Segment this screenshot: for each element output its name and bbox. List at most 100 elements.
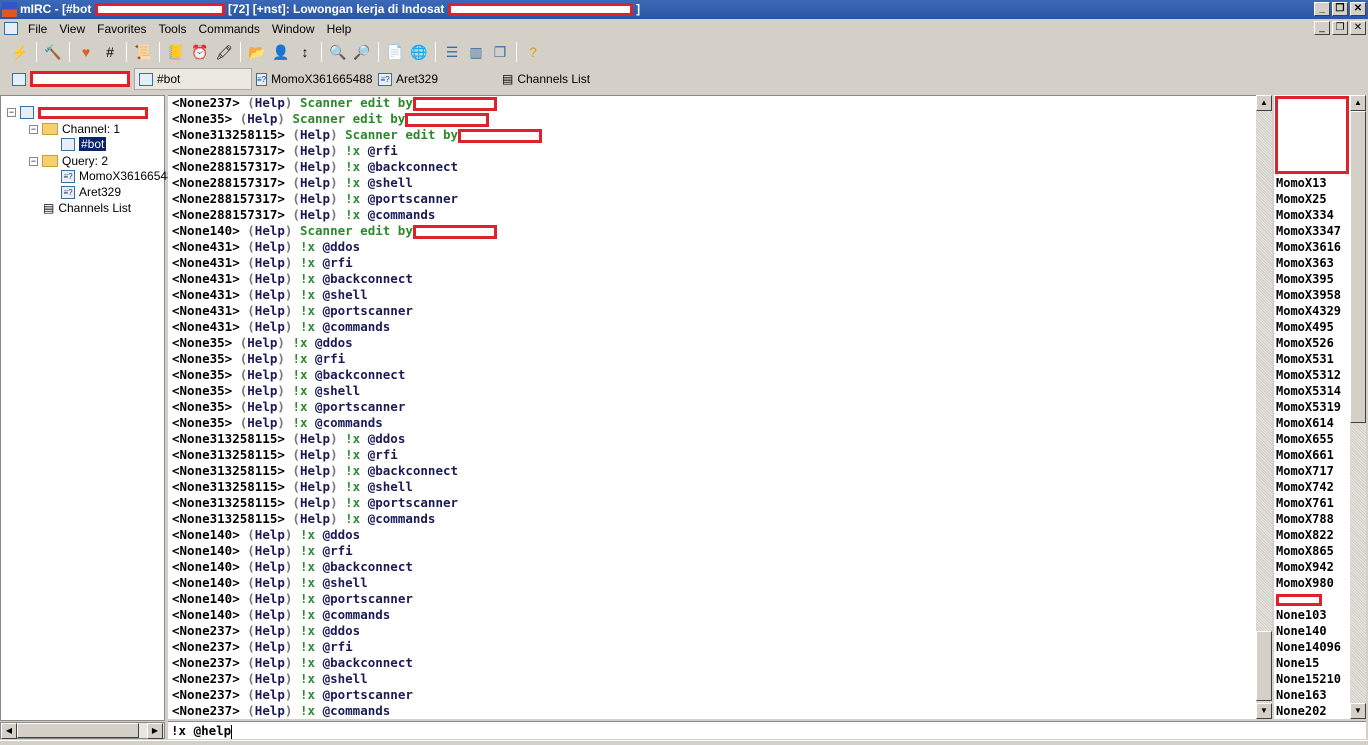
nick-item[interactable]: None202 [1276, 703, 1327, 719]
scroll-thumb[interactable] [1256, 631, 1272, 701]
chat-icon[interactable]: 👤 [271, 42, 291, 62]
scroll-up-icon[interactable]: ▲ [1256, 95, 1272, 111]
switch-query-momox[interactable]: ≡? MomoX361665488 [252, 68, 374, 90]
nick-item[interactable]: MomoX980 [1276, 575, 1334, 591]
switch-bot-channel[interactable]: #bot [134, 68, 252, 90]
nick-item[interactable]: MomoX614 [1276, 415, 1334, 431]
tree-query-group[interactable]: − Query: 2 [29, 154, 108, 168]
nick-item[interactable]: MomoX942 [1276, 559, 1334, 575]
switch-query-aret[interactable]: ≡? Aret329 [374, 68, 498, 90]
message-input[interactable]: !x @help [168, 721, 1366, 739]
nick-item[interactable]: MomoX25 [1276, 191, 1327, 207]
tree-query-aret[interactable]: ≡? Aret329 [61, 185, 121, 199]
nick-item[interactable]: MomoX5312 [1276, 367, 1341, 383]
nick-item[interactable] [1276, 591, 1322, 607]
minimize-button[interactable]: _ [1314, 2, 1330, 16]
scroll-thumb[interactable] [1350, 111, 1366, 423]
chat-nick: <None140> [172, 527, 240, 542]
nick-item[interactable]: MomoX788 [1276, 511, 1334, 527]
nick-item[interactable]: None163 [1276, 687, 1327, 703]
nick-item[interactable]: MomoX3347 [1276, 223, 1341, 239]
cascade-icon[interactable]: ❐ [490, 42, 510, 62]
scroll-down-icon[interactable]: ▼ [1256, 703, 1272, 719]
tree-query-momox[interactable]: ≡? MomoX361665488 [61, 169, 180, 183]
menu-tools[interactable]: Tools [153, 22, 193, 36]
help-icon[interactable]: ? [523, 42, 543, 62]
nick-item[interactable]: None15 [1276, 655, 1319, 671]
nick-item[interactable]: MomoX4329 [1276, 303, 1341, 319]
switch-status-window[interactable] [8, 68, 134, 90]
nick-item[interactable]: MomoX761 [1276, 495, 1334, 511]
nick-item[interactable]: MomoX5314 [1276, 383, 1341, 399]
tree-channels-list[interactable]: ▤ Channels List [43, 201, 131, 215]
nick-item[interactable]: MomoX395 [1276, 271, 1334, 287]
collapse-icon[interactable]: − [29, 156, 38, 166]
nick-item[interactable]: MomoX363 [1276, 255, 1334, 271]
nick-item[interactable]: MomoX742 [1276, 479, 1334, 495]
nick-item[interactable]: MomoX334 [1276, 207, 1334, 223]
nick-item[interactable]: None15210 [1276, 671, 1341, 687]
send-file-icon[interactable]: 📂 [247, 42, 267, 62]
nick-item[interactable]: MomoX3958 [1276, 287, 1341, 303]
chat-line: <None237> (Help) !x @portscanner [172, 687, 413, 702]
finger-icon[interactable]: 🔍 [328, 42, 348, 62]
collapse-icon[interactable]: − [7, 108, 16, 117]
dcc-icon[interactable]: ↕ [295, 42, 315, 62]
scroll-left-icon[interactable]: ◀ [1, 723, 17, 739]
address-book-icon[interactable]: 📒 [166, 42, 186, 62]
mdi-close-button[interactable]: ✕ [1350, 21, 1366, 35]
online-icon[interactable]: 🌐 [409, 42, 429, 62]
nick-item[interactable]: MomoX661 [1276, 447, 1334, 463]
channels-icon[interactable]: # [100, 42, 120, 62]
scripts-icon[interactable]: 📜 [133, 42, 153, 62]
options-icon[interactable]: 🔨 [43, 42, 63, 62]
nick-item[interactable]: None14096 [1276, 639, 1341, 655]
url-icon[interactable]: 📄 [385, 42, 405, 62]
menu-help[interactable]: Help [321, 22, 358, 36]
nick-item[interactable]: MomoX3616 [1276, 239, 1341, 255]
mdi-minimize-button[interactable]: _ [1314, 21, 1330, 35]
menu-window[interactable]: Window [266, 22, 321, 36]
nick-item[interactable]: MomoX717 [1276, 463, 1334, 479]
tile-vertical-icon[interactable]: ▥ [466, 42, 486, 62]
cmd-prefix: !x [345, 207, 361, 222]
scroll-right-icon[interactable]: ▶ [147, 723, 163, 739]
chat-command: @shell [367, 479, 413, 494]
nick-item[interactable]: MomoX822 [1276, 527, 1334, 543]
nick-item[interactable]: MomoX495 [1276, 319, 1334, 335]
connect-icon[interactable]: ⚡ [10, 42, 30, 62]
menu-view[interactable]: View [53, 22, 91, 36]
mdi-restore-button[interactable]: ❐ [1332, 21, 1348, 35]
timer-icon[interactable]: ⏰ [190, 42, 210, 62]
chat-scrollbar[interactable]: ▲ ▼ [1256, 95, 1272, 719]
nick-item[interactable]: MomoX865 [1276, 543, 1334, 559]
notify-icon[interactable]: 🔎 [352, 42, 372, 62]
tree-channel-group[interactable]: − Channel: 1 [29, 122, 120, 136]
scroll-thumb[interactable] [17, 723, 139, 738]
menu-favorites[interactable]: Favorites [91, 22, 152, 36]
collapse-icon[interactable]: − [29, 124, 38, 134]
restore-button[interactable]: ❐ [1332, 2, 1348, 16]
tree-horizontal-scrollbar[interactable]: ◀ ▶ [0, 722, 165, 739]
nick-item[interactable]: MomoX655 [1276, 431, 1334, 447]
favorites-icon[interactable]: ♥ [76, 42, 96, 62]
nick-item[interactable]: MomoX13 [1276, 175, 1327, 191]
document-menu-icon[interactable] [4, 22, 18, 35]
nick-item[interactable]: None140 [1276, 623, 1327, 639]
scroll-up-icon[interactable]: ▲ [1350, 95, 1366, 111]
menu-commands[interactable]: Commands [193, 22, 266, 36]
colors-icon[interactable]: 🖍 [214, 42, 234, 62]
tile-horizontal-icon[interactable]: ☰ [442, 42, 462, 62]
nick-item[interactable]: MomoX5319 [1276, 399, 1341, 415]
close-button[interactable]: ✕ [1350, 2, 1366, 16]
switch-channels-list[interactable]: ▤ Channels List [498, 68, 594, 90]
menu-file[interactable]: File [22, 22, 53, 36]
nick-item[interactable]: MomoX526 [1276, 335, 1334, 351]
tree-channel-bot[interactable]: #bot [61, 137, 107, 151]
tree-server[interactable]: − [7, 106, 148, 119]
nicklist-scrollbar[interactable]: ▲ ▼ [1350, 95, 1366, 719]
cmd-prefix: !x [299, 703, 316, 718]
nick-item[interactable]: None103 [1276, 607, 1327, 623]
nick-item[interactable]: MomoX531 [1276, 351, 1334, 367]
scroll-down-icon[interactable]: ▼ [1350, 703, 1366, 719]
